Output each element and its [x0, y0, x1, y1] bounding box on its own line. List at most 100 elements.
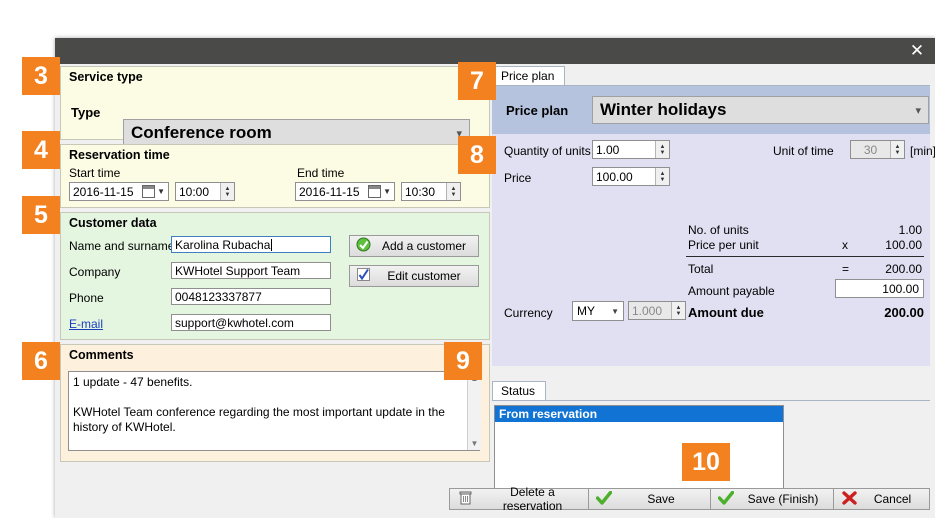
- end-time-input[interactable]: 10:30 ▲ ▼: [401, 182, 461, 201]
- price-plan-tabstrip: Price plan: [492, 66, 930, 86]
- price-plan-label: Price plan: [506, 103, 569, 118]
- phone-input[interactable]: 0048123337877: [171, 288, 331, 305]
- amount-due-label: Amount due: [688, 305, 764, 320]
- unit-of-time-input: 30 ▲ ▼: [850, 140, 905, 159]
- summary-row-label: Total: [688, 262, 714, 276]
- phone-label: Phone: [69, 291, 104, 305]
- service-type-value: Conference room: [131, 123, 272, 142]
- add-customer-button[interactable]: Add a customer: [349, 235, 479, 257]
- check-icon: [589, 490, 619, 508]
- comments-textarea[interactable]: [68, 371, 480, 451]
- step-badge-5: 5: [22, 196, 60, 234]
- divider: [686, 256, 924, 257]
- price-stepper[interactable]: ▲ ▼: [655, 168, 669, 185]
- reservation-time-title: Reservation time: [69, 148, 170, 162]
- check-icon: [711, 490, 741, 508]
- unit-of-time-stepper: ▲ ▼: [890, 141, 904, 158]
- email-value: support@kwhotel.com: [175, 315, 294, 330]
- customer-data-title: Customer data: [69, 216, 157, 230]
- currency-rate-value: 1.000: [632, 303, 663, 318]
- amount-payable-value: 100.00: [882, 281, 919, 296]
- cancel-button[interactable]: Cancel: [833, 488, 930, 510]
- service-type-combo[interactable]: Conference room ▾: [123, 119, 470, 147]
- start-time-value: 10:00: [179, 184, 210, 199]
- cancel-label: Cancel: [873, 492, 912, 506]
- price-plan-body: Quantity of units 1.00 ▲ ▼ Price 100.00 ▲…: [492, 134, 935, 366]
- add-circle-icon: [350, 237, 376, 255]
- summary-row-value: 100.00: [885, 238, 922, 252]
- unit-suffix-label: [min]: [910, 144, 935, 158]
- currency-select[interactable]: MY ▼: [572, 301, 624, 321]
- currency-rate-stepper: ▲ ▼: [671, 302, 685, 319]
- email-link[interactable]: E-mail: [69, 317, 103, 331]
- step-badge-7: 7: [458, 62, 496, 100]
- price-plan-value: Winter holidays: [600, 100, 727, 119]
- step-badge-3: 3: [22, 57, 60, 95]
- name-input[interactable]: Karolina Rubacha: [171, 236, 331, 253]
- chevron-down-icon: ▼: [383, 187, 391, 196]
- close-icon[interactable]: ✕: [907, 41, 927, 61]
- edit-customer-label: Edit customer: [387, 269, 461, 283]
- status-list[interactable]: From reservation: [494, 405, 784, 489]
- summary-row-value: 1.00: [898, 223, 922, 237]
- quantity-stepper[interactable]: ▲ ▼: [655, 141, 669, 158]
- customer-data-panel: Customer data Name and surname Karolina …: [60, 212, 490, 340]
- name-label: Name and surname: [69, 239, 175, 253]
- price-plan-combo[interactable]: Winter holidays ▾: [592, 96, 929, 124]
- summary-row-op: =: [842, 262, 850, 276]
- currency-rate-input: 1.000 ▲ ▼: [628, 301, 686, 320]
- save-finish-label: Save (Finish): [747, 492, 819, 506]
- scroll-down-icon[interactable]: ▼: [468, 437, 481, 450]
- end-time-stepper[interactable]: ▲ ▼: [446, 183, 460, 200]
- step-badge-10: 10: [682, 443, 730, 481]
- price-value: 100.00: [596, 169, 633, 184]
- price-plan-header: Price plan Winter holidays ▾: [492, 86, 930, 134]
- phone-value: 0048123337877: [175, 289, 262, 304]
- end-date-value: 2016-11-15: [299, 184, 360, 199]
- quantity-input[interactable]: 1.00 ▲ ▼: [592, 140, 670, 159]
- comments-title: Comments: [69, 348, 134, 362]
- reservation-time-panel: Reservation time Start time End time 201…: [60, 144, 490, 208]
- end-date-input[interactable]: 2016-11-15 ▼: [295, 182, 395, 201]
- save-finish-button[interactable]: Save (Finish): [710, 488, 834, 510]
- left-column: Service type Type Conference room ▾ Rese…: [60, 66, 490, 491]
- start-time-label: Start time: [69, 166, 121, 180]
- amount-payable-input[interactable]: 100.00: [835, 279, 924, 298]
- end-time-label: End time: [297, 166, 345, 180]
- step-badge-9: 9: [444, 342, 482, 380]
- quantity-label: Quantity of units: [504, 144, 591, 158]
- company-value: KWHotel Support Team: [175, 263, 301, 278]
- quantity-value: 1.00: [596, 142, 620, 157]
- summary-row-label: Price per unit: [688, 238, 759, 252]
- service-type-panel: Service type Type Conference room ▾: [60, 66, 490, 147]
- save-button[interactable]: Save: [588, 488, 712, 510]
- start-date-input[interactable]: 2016-11-15 ▼: [69, 182, 169, 201]
- status-list-item-selected[interactable]: From reservation: [495, 406, 783, 422]
- status-tabstrip: Status: [492, 381, 930, 401]
- delete-reservation-button[interactable]: Delete a reservation: [449, 485, 594, 513]
- right-column: Price plan Price plan Winter holidays ▾ …: [492, 66, 935, 491]
- chevron-down-icon: ▼: [157, 187, 165, 196]
- tab-status[interactable]: Status: [492, 381, 547, 400]
- summary-row-op: x: [842, 238, 848, 252]
- unit-of-time-label: Unit of time: [773, 144, 834, 158]
- comments-scrollbar[interactable]: ▲ ▼: [467, 372, 481, 450]
- price-input[interactable]: 100.00 ▲ ▼: [592, 167, 670, 186]
- end-time-value: 10:30: [405, 184, 436, 199]
- chevron-down-icon: ▾: [915, 105, 921, 117]
- summary-row-label: No. of units: [688, 223, 749, 237]
- start-time-stepper[interactable]: ▲ ▼: [220, 183, 234, 200]
- company-input[interactable]: KWHotel Support Team: [171, 262, 331, 279]
- email-input[interactable]: support@kwhotel.com: [171, 314, 331, 331]
- edit-customer-button[interactable]: Edit customer: [349, 265, 479, 287]
- start-date-value: 2016-11-15: [73, 184, 134, 199]
- summary-row-value: 200.00: [885, 262, 922, 276]
- chevron-down-icon: ▼: [611, 306, 619, 316]
- start-time-input[interactable]: 10:00 ▲ ▼: [175, 182, 235, 201]
- footer-button-bar: Delete a reservation Save Save (Finish) …: [55, 485, 935, 513]
- reservation-dialog: ✕ Service type Type Conference room ▾ Re…: [55, 38, 935, 518]
- tab-price-plan[interactable]: Price plan: [492, 66, 566, 85]
- trash-icon: [450, 490, 480, 508]
- add-customer-label: Add a customer: [381, 239, 467, 253]
- calendar-icon: [368, 185, 382, 198]
